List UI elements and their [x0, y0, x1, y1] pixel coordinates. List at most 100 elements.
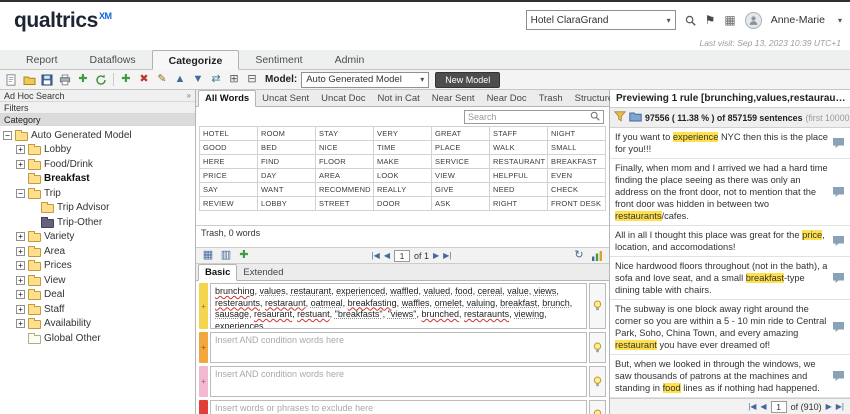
sentence-row[interactable]: All in all I thought this place was grea…	[610, 226, 850, 257]
tab-not-in-cat[interactable]: Not in Cat	[372, 91, 426, 106]
nav-tab-dataflows[interactable]: Dataflows	[74, 50, 152, 69]
tree-item-auto-generated-model[interactable]: −Auto Generated Model	[0, 128, 195, 143]
trash-section[interactable]: Trash, 0 words	[196, 225, 609, 239]
exclude-words-input[interactable]: Insert words or phrases to exclude here	[210, 400, 587, 414]
comment-icon[interactable]	[828, 131, 848, 155]
column-view-icon[interactable]: ▥	[219, 248, 233, 264]
sentence-row[interactable]: If you want to experience NYC then this …	[610, 128, 850, 159]
tab-uncat-doc[interactable]: Uncat Doc	[315, 91, 371, 106]
expand-icon[interactable]: +	[16, 290, 25, 299]
delete-category-icon[interactable]: ✖	[137, 72, 151, 88]
tab-uncat-sent[interactable]: Uncat Sent	[256, 91, 315, 106]
expand-icon[interactable]: +	[16, 319, 25, 328]
word-cell[interactable]: MAKE	[374, 155, 432, 169]
page-number-input[interactable]: 1	[394, 250, 410, 262]
rule-term[interactable]: "breakfasts"	[335, 309, 383, 319]
word-cell[interactable]: HERE	[200, 155, 258, 169]
sentence-row[interactable]: Nice hardwood floors throughout (not in …	[610, 257, 850, 300]
first-page-icon[interactable]: |◀	[372, 251, 380, 260]
word-cell[interactable]: ASK	[432, 197, 490, 211]
expand-icon[interactable]: +	[16, 160, 25, 169]
chevron-down-icon[interactable]: ▾	[838, 16, 842, 25]
rule-term[interactable]: resaurant	[254, 309, 292, 319]
rule-term[interactable]: brunched	[422, 309, 460, 319]
rule-term[interactable]: "views"	[388, 309, 417, 319]
word-cell[interactable]: STREET	[316, 197, 374, 211]
tree-item-lobby[interactable]: +Lobby	[0, 143, 195, 158]
rule-term[interactable]: food	[455, 286, 473, 296]
next-page-icon[interactable]: ▶	[433, 251, 439, 260]
sentence-row[interactable]: The subway is one block away right aroun…	[610, 300, 850, 355]
expand-icon[interactable]: +	[16, 247, 25, 256]
rule-term[interactable]: valuing	[467, 298, 496, 308]
table-view-icon[interactable]: ▦	[201, 248, 215, 264]
word-cell[interactable]: SAY	[200, 183, 258, 197]
rule-term[interactable]: resteraunts	[215, 298, 260, 308]
rule-term[interactable]: restaraunt	[265, 298, 306, 308]
rule-term[interactable]: sausage	[215, 309, 249, 319]
expand-all-icon[interactable]: ⊞	[227, 72, 241, 88]
word-cell[interactable]: SMALL	[548, 141, 606, 155]
word-cell[interactable]: LOBBY	[258, 197, 316, 211]
tree-item-trip-advisor[interactable]: Trip Advisor	[0, 201, 195, 216]
rule-term[interactable]: omelet	[435, 298, 462, 308]
comment-icon[interactable]	[828, 162, 848, 222]
rule-term[interactable]: waffles	[402, 298, 430, 308]
word-cell[interactable]: LOOK	[374, 169, 432, 183]
word-cell[interactable]: HOTEL	[200, 127, 258, 141]
collapse-icon[interactable]: −	[3, 131, 12, 140]
and-rule-handle[interactable]: +	[199, 332, 208, 363]
word-cell[interactable]: EVEN	[548, 169, 606, 183]
move-up-icon[interactable]: ▲	[173, 72, 187, 88]
word-cell[interactable]: AREA	[316, 169, 374, 183]
tree-item-view[interactable]: +View	[0, 273, 195, 288]
word-cell[interactable]: WANT	[258, 183, 316, 197]
rule-term[interactable]: experiences	[215, 321, 264, 330]
tab-near-doc[interactable]: Near Doc	[481, 91, 533, 106]
word-cell[interactable]: NIGHT	[548, 127, 606, 141]
and-rule-handle[interactable]: +	[199, 366, 208, 397]
suggest-words-button[interactable]	[589, 283, 606, 329]
user-name[interactable]: Anne-Marie	[771, 14, 825, 26]
rule-term[interactable]: restuant	[297, 309, 330, 319]
word-cell[interactable]: CHECK	[548, 183, 606, 197]
word-cell[interactable]: REALLY	[374, 183, 432, 197]
prev-page-icon[interactable]: ◀	[384, 251, 390, 260]
word-cell[interactable]: BED	[258, 141, 316, 155]
collapse-panel-icon[interactable]: »	[187, 91, 191, 100]
new-document-icon[interactable]	[4, 72, 18, 88]
expand-icon[interactable]: +	[16, 305, 25, 314]
rule-term[interactable]: brunch	[542, 298, 570, 308]
collapse-icon[interactable]: −	[16, 189, 25, 198]
rule-term[interactable]: waffled	[390, 286, 418, 296]
tree-item-global-other[interactable]: Global Other	[0, 331, 195, 346]
search-icon[interactable]	[685, 15, 696, 26]
rule-term[interactable]: restaraunts	[464, 309, 509, 319]
word-cell[interactable]: RIGHT	[490, 197, 548, 211]
nav-tab-report[interactable]: Report	[10, 50, 74, 69]
tree-item-trip-other[interactable]: Trip-Other	[0, 215, 195, 230]
rename-category-icon[interactable]: ✎	[155, 72, 169, 88]
tree-item-food-drink[interactable]: +Food/Drink	[0, 157, 195, 172]
word-cell[interactable]: NICE	[316, 141, 374, 155]
search-input[interactable]: Search	[464, 110, 604, 124]
word-cell[interactable]: FIND	[258, 155, 316, 169]
rule-term[interactable]: value	[507, 286, 529, 296]
add-icon[interactable]: ✚	[76, 72, 90, 88]
word-cell[interactable]: REVIEW	[200, 197, 258, 211]
word-cell[interactable]: SERVICE	[432, 155, 490, 169]
rule-term[interactable]: values	[260, 286, 286, 296]
word-cell[interactable]: PLACE	[432, 141, 490, 155]
expand-icon[interactable]: +	[16, 276, 25, 285]
print-icon[interactable]	[58, 72, 72, 88]
word-cell[interactable]: RECOMMEND	[316, 183, 374, 197]
word-cell[interactable]: RESTAURANT	[490, 155, 548, 169]
word-cell[interactable]: DOOR	[374, 197, 432, 211]
word-cell[interactable]: STAY	[316, 127, 374, 141]
word-cell[interactable]: VERY	[374, 127, 432, 141]
model-select[interactable]: Auto Generated Model ▾	[301, 72, 429, 88]
refresh-icon[interactable]: ↻	[572, 248, 586, 264]
flag-icon[interactable]: ⚑	[705, 13, 716, 27]
rule-term[interactable]: breakfasting	[348, 298, 397, 308]
page-number-input[interactable]: 1	[771, 401, 787, 413]
